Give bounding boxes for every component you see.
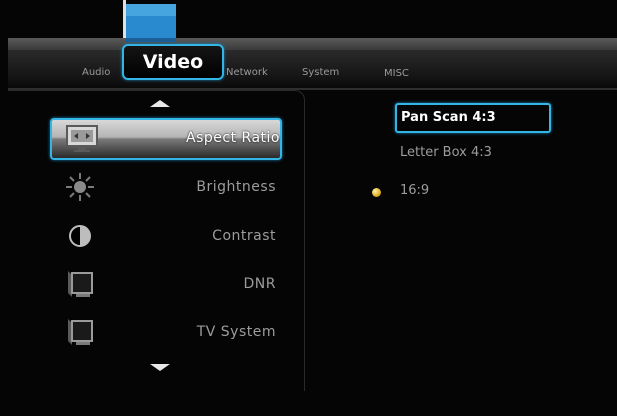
video-tab-icon xyxy=(123,0,176,42)
tab-system[interactable]: System xyxy=(302,67,339,78)
option-pan-scan[interactable]: Pan Scan 4:3 xyxy=(395,103,551,133)
menu-item-contrast[interactable]: Contrast xyxy=(50,217,278,255)
tab-network[interactable]: Network xyxy=(226,67,268,78)
option-letter-box[interactable]: Letter Box 4:3 xyxy=(400,145,492,160)
settings-screen: Audio Video Network System MISC Aspect R… xyxy=(0,0,617,416)
tab-audio[interactable]: Audio xyxy=(82,67,110,78)
contrast-icon xyxy=(69,225,91,247)
menu-item-label: DNR xyxy=(243,276,276,292)
option-16-9[interactable]: 16:9 xyxy=(400,183,429,198)
aspect-ratio-icon xyxy=(66,125,98,152)
menu-item-label: Aspect Ratio xyxy=(186,130,280,146)
tab-misc[interactable]: MISC xyxy=(384,68,409,79)
menu-item-dnr[interactable]: DNR xyxy=(50,265,278,303)
scroll-up-icon[interactable] xyxy=(150,100,170,107)
menu-item-tv-system[interactable]: TV System xyxy=(50,313,278,351)
menu-item-label: Brightness xyxy=(196,179,276,195)
header-band xyxy=(8,38,617,50)
monitor-icon xyxy=(68,271,93,297)
menu-item-label: TV System xyxy=(196,324,276,340)
menu-item-aspect-ratio[interactable]: Aspect Ratio xyxy=(50,118,282,160)
scroll-down-icon[interactable] xyxy=(150,364,170,371)
monitor-icon xyxy=(68,319,93,345)
current-setting-icon xyxy=(372,188,381,197)
sun-icon xyxy=(66,173,94,201)
menu-item-brightness[interactable]: Brightness xyxy=(50,168,278,206)
menu-item-label: Contrast xyxy=(212,228,276,244)
tab-video[interactable]: Video xyxy=(122,44,224,80)
